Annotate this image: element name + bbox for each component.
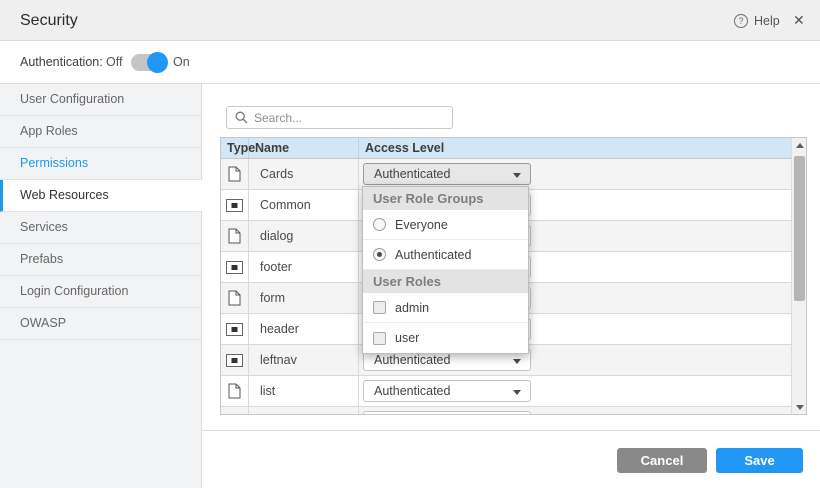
table-row: list Authenticated [221,376,791,407]
resource-name: dialog [249,221,359,251]
radio-selected-icon[interactable] [373,248,386,261]
menu-group-header: User Roles [363,270,528,293]
scroll-up-icon[interactable] [792,138,807,152]
security-dialog: Security ? Help ✕ Authentication: Off On… [0,0,820,488]
table-scrollbar[interactable] [791,138,806,414]
resource-name: Common [249,190,359,220]
footer-divider [202,430,820,431]
sidebar-item-login-configuration[interactable]: Login Configuration [0,276,201,308]
chevron-down-icon [513,359,521,364]
resource-name: footer [249,252,359,282]
page-title: Security [20,0,78,41]
menu-option-label: Everyone [395,218,448,232]
widget-icon [226,323,243,336]
sidebar-item-permissions[interactable]: Permissions [0,148,201,180]
checkbox-icon[interactable] [373,301,386,314]
chevron-down-icon [513,173,521,178]
column-header-type: Type [221,138,249,158]
authentication-label: Authentication: [20,41,103,84]
resource-name: leftnav [249,345,359,375]
resource-name: list [249,376,359,406]
widget-icon [226,354,243,367]
toggle-knob-icon [147,52,168,73]
sidebar-item-user-configuration[interactable]: User Configuration [0,84,201,116]
widget-icon [226,261,243,274]
widget-icon [226,199,243,212]
menu-group-header: User Role Groups [363,187,528,210]
menu-option-label: user [395,331,419,345]
sidebar: User Configuration App Roles Permissions… [0,84,202,488]
radio-icon[interactable] [373,218,386,231]
menu-option-admin[interactable]: admin [363,293,528,323]
page-icon [228,166,241,182]
checkbox-icon[interactable] [373,332,386,345]
authentication-bar: Authentication: Off On [0,41,820,84]
menu-option-label: admin [395,301,429,315]
access-level-dropdown[interactable]: Authenticated [363,380,531,402]
search-icon [235,111,248,124]
page-icon [228,383,241,399]
sidebar-item-web-resources[interactable]: Web Resources [0,180,202,212]
search-input[interactable] [254,107,452,128]
resource-name: form [249,283,359,313]
help-label: Help [754,14,780,28]
save-button[interactable]: Save [716,448,803,473]
table-header: Type Name Access Level [221,138,791,159]
search-box [226,106,453,129]
sidebar-item-prefabs[interactable]: Prefabs [0,244,201,276]
authentication-toggle[interactable] [131,54,166,71]
column-header-name: Name [249,138,359,158]
resource-name: Cards [249,159,359,189]
access-level-dropdown[interactable]: Authenticated [363,163,531,185]
help-icon: ? [734,14,748,28]
chevron-down-icon [513,390,521,395]
toggle-on-label: On [173,41,190,84]
toggle-off-label: Off [106,41,122,84]
page-icon [228,228,241,244]
scrollbar-thumb[interactable] [794,156,805,301]
menu-option-everyone[interactable]: Everyone [363,210,528,240]
table-row-partial [221,407,791,414]
menu-option-authenticated[interactable]: Authenticated [363,240,528,270]
cancel-button[interactable]: Cancel [617,448,707,473]
menu-option-user[interactable]: user [363,323,528,353]
scroll-down-icon[interactable] [792,400,807,414]
sidebar-item-app-roles[interactable]: App Roles [0,116,201,148]
access-level-dropdown[interactable] [363,411,531,414]
help-button[interactable]: ? Help [734,0,780,41]
titlebar: Security ? Help ✕ [0,0,820,41]
access-level-menu: User Role Groups Everyone Authenticated … [362,186,529,354]
close-icon[interactable]: ✕ [793,0,805,41]
sidebar-item-services[interactable]: Services [0,212,201,244]
main-panel: Type Name Access Level Cards Authenticat… [202,84,820,488]
menu-option-label: Authenticated [395,248,471,262]
page-icon [228,290,241,306]
sidebar-item-owasp[interactable]: OWASP [0,308,201,340]
column-header-access-level: Access Level [359,138,791,158]
resource-name: header [249,314,359,344]
